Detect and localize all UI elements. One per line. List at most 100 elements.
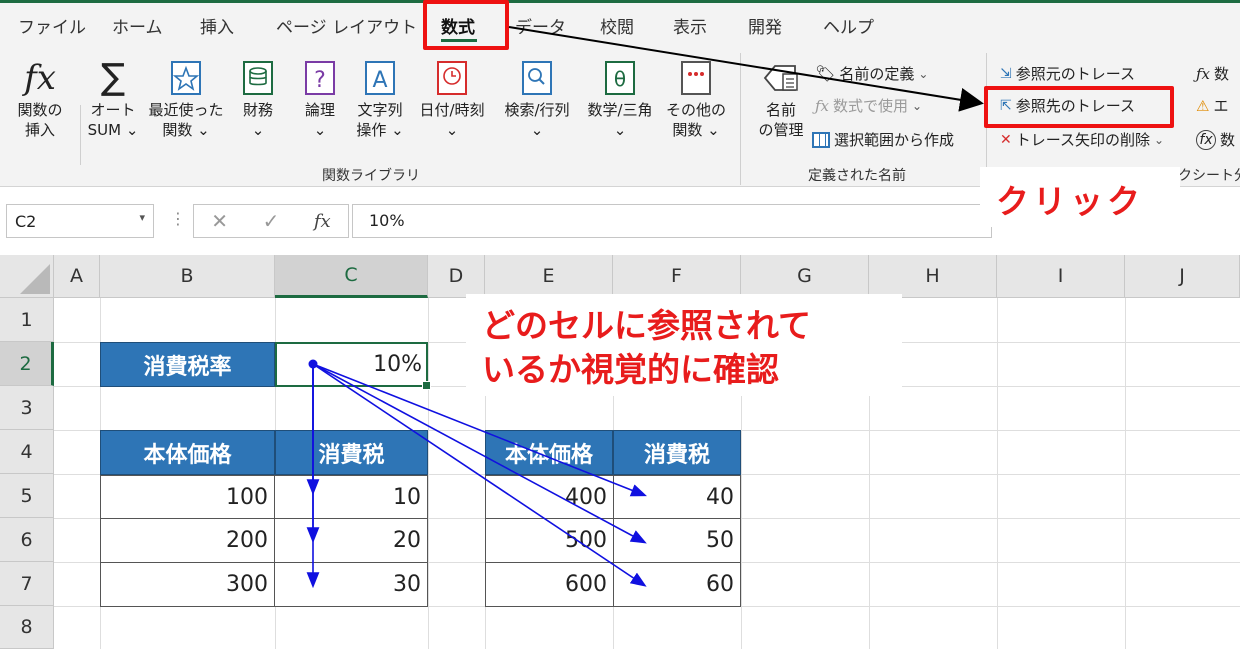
group-label-function-library: 関数ライブラリ xyxy=(322,168,420,184)
enter-check-icon[interactable]: ✓ xyxy=(263,209,280,233)
trace-precedents-icon: ⇲ xyxy=(1000,65,1012,82)
formula-bar-buttons: ✕ ✓ fx xyxy=(193,204,349,238)
tab-data[interactable]: データ xyxy=(515,13,566,38)
column-header-h[interactable]: H xyxy=(869,255,997,298)
tab-developer[interactable]: 開発 xyxy=(748,13,782,38)
recent-functions-button[interactable]: 最近使った 関数 ⌄ xyxy=(144,58,228,140)
cell-b7[interactable]: 300 xyxy=(100,562,275,607)
fx-icon: fx xyxy=(24,58,56,98)
star-book-icon xyxy=(171,61,201,95)
fx-small-icon: ƒx xyxy=(815,96,830,115)
remove-arrows-icon: ✕ xyxy=(1000,131,1012,148)
insert-function-button[interactable]: fx 関数の 挿入 xyxy=(6,58,74,140)
use-in-formula-button[interactable]: ƒx 数式で使用 ⌄ xyxy=(815,95,922,116)
cell-f5[interactable]: 40 xyxy=(613,475,741,519)
tag-icon: 🏷 xyxy=(815,64,836,83)
table1-header-price[interactable]: 本体価格 xyxy=(100,430,275,475)
define-name-button[interactable]: 🏷 名前の定義 ⌄ xyxy=(815,63,928,84)
sigma-icon: ∑ xyxy=(100,57,126,98)
text-a-book-icon: A xyxy=(365,61,395,95)
chevron-down-icon: ⌄ xyxy=(912,98,923,113)
tab-view[interactable]: 表示 xyxy=(673,13,707,38)
insert-function-icon[interactable]: fx xyxy=(314,211,331,232)
chevron-down-icon[interactable]: ▾ xyxy=(139,211,145,224)
ribbon-tab-bar: ファイル ホーム 挿入 ページ レイアウト 数式 データ 校閲 表示 開発 ヘル… xyxy=(0,3,1240,45)
row-header-5[interactable]: 5 xyxy=(0,474,54,518)
theta-book-icon: θ xyxy=(605,61,635,95)
column-header-e[interactable]: E xyxy=(485,255,613,298)
row-header-8[interactable]: 8 xyxy=(0,606,54,649)
cell-f6[interactable]: 50 xyxy=(613,518,741,563)
tab-insert[interactable]: 挿入 xyxy=(200,13,234,38)
autosum-button[interactable]: ∑ オート SUM ⌄ xyxy=(80,58,146,140)
show-formulas-button[interactable]: ƒx 数 xyxy=(1196,63,1229,84)
column-header-a[interactable]: A xyxy=(54,255,100,298)
warning-icon: ⚠ xyxy=(1196,96,1210,115)
explanation-line-1: どのセルに参照されて xyxy=(482,306,812,345)
row-header-6[interactable]: 6 xyxy=(0,518,54,562)
ribbon-separator xyxy=(740,53,741,185)
tab-help[interactable]: ヘルプ xyxy=(823,13,874,38)
cell-e7[interactable]: 600 xyxy=(485,562,614,607)
tab-review[interactable]: 校閲 xyxy=(600,13,634,38)
table2-header-price[interactable]: 本体価格 xyxy=(485,430,613,475)
lookup-button[interactable]: 検索/行列 ⌄ xyxy=(494,58,580,140)
more-dots-book-icon xyxy=(681,61,711,95)
row-header-7[interactable]: 7 xyxy=(0,562,54,606)
cell-e6[interactable]: 500 xyxy=(485,518,614,563)
logical-button[interactable]: ? 論理 ⌄ xyxy=(296,58,344,140)
remove-arrows-button[interactable]: ✕ トレース矢印の削除 ⌄ xyxy=(1000,129,1164,150)
formula-input[interactable]: 10% xyxy=(352,204,992,238)
explanation-callout: どのセルに参照されて いるか視覚的に確認 xyxy=(466,294,902,396)
tab-file[interactable]: ファイル xyxy=(18,13,86,38)
tab-page-layout[interactable]: ページ レイアウト xyxy=(276,13,417,38)
column-header-j[interactable]: J xyxy=(1125,255,1240,298)
column-header-g[interactable]: G xyxy=(741,255,869,298)
financial-button[interactable]: 財務 ⌄ xyxy=(234,58,282,140)
table1-header-tax[interactable]: 消費税 xyxy=(275,430,428,475)
search-book-icon xyxy=(522,61,552,95)
cell-c6[interactable]: 20 xyxy=(274,518,428,563)
cell-b5[interactable]: 100 xyxy=(100,475,275,519)
cell-c5[interactable]: 10 xyxy=(274,475,428,519)
row-header-1[interactable]: 1 xyxy=(0,298,54,342)
name-manager-button[interactable]: 名前 の管理 xyxy=(752,58,810,140)
text-functions-button[interactable]: A 文字列 操作 ⌄ xyxy=(350,58,410,140)
highlight-trace-dependents xyxy=(984,86,1174,128)
evaluate-fx-icon: fx xyxy=(1196,129,1216,150)
svg-text:θ: θ xyxy=(614,67,626,91)
highlight-formulas-tab xyxy=(423,0,509,50)
active-cell-selection xyxy=(275,342,431,390)
database-book-icon xyxy=(243,61,273,95)
cell-b2-tax-rate-label[interactable]: 消費税率 xyxy=(100,342,275,387)
question-book-icon: ? xyxy=(305,61,335,95)
column-header-d[interactable]: D xyxy=(428,255,485,298)
group-label-defined-names: 定義された名前 xyxy=(808,168,906,184)
row-header-2[interactable]: 2 xyxy=(0,342,54,386)
group-label-formula-auditing: クシート分 xyxy=(1178,168,1240,184)
column-header-i[interactable]: I xyxy=(997,255,1125,298)
select-all-corner[interactable] xyxy=(0,255,54,298)
table2-header-tax[interactable]: 消費税 xyxy=(613,430,741,475)
row-header-4[interactable]: 4 xyxy=(0,430,54,474)
column-header-f[interactable]: F xyxy=(613,255,741,298)
datetime-button[interactable]: 日付/時刻 ⌄ xyxy=(412,58,492,140)
column-header-c[interactable]: C xyxy=(275,255,428,298)
cell-b6[interactable]: 200 xyxy=(100,518,275,563)
error-checking-button[interactable]: ⚠ エ xyxy=(1196,95,1228,116)
tab-home[interactable]: ホーム xyxy=(112,13,163,38)
create-from-selection-button[interactable]: 選択範囲から作成 xyxy=(812,129,954,150)
row-header-3[interactable]: 3 xyxy=(0,386,54,430)
math-trig-button[interactable]: θ 数学/三角 ⌄ xyxy=(580,58,660,140)
column-header-b[interactable]: B xyxy=(100,255,275,298)
trace-precedents-button[interactable]: ⇲ 参照元のトレース xyxy=(1000,63,1135,84)
more-functions-button[interactable]: その他の 関数 ⌄ xyxy=(662,58,730,140)
cell-f7[interactable]: 60 xyxy=(613,562,741,607)
evaluate-formula-button[interactable]: fx 数 xyxy=(1196,129,1235,150)
cancel-icon[interactable]: ✕ xyxy=(211,209,228,233)
cell-e5[interactable]: 400 xyxy=(485,475,614,519)
formula-bar-splitter-icon[interactable]: ⋮ xyxy=(170,209,186,228)
cell-c7[interactable]: 30 xyxy=(274,562,428,607)
name-box[interactable]: C2 ▾ xyxy=(6,204,154,238)
show-formulas-icon: ƒx xyxy=(1196,64,1211,83)
